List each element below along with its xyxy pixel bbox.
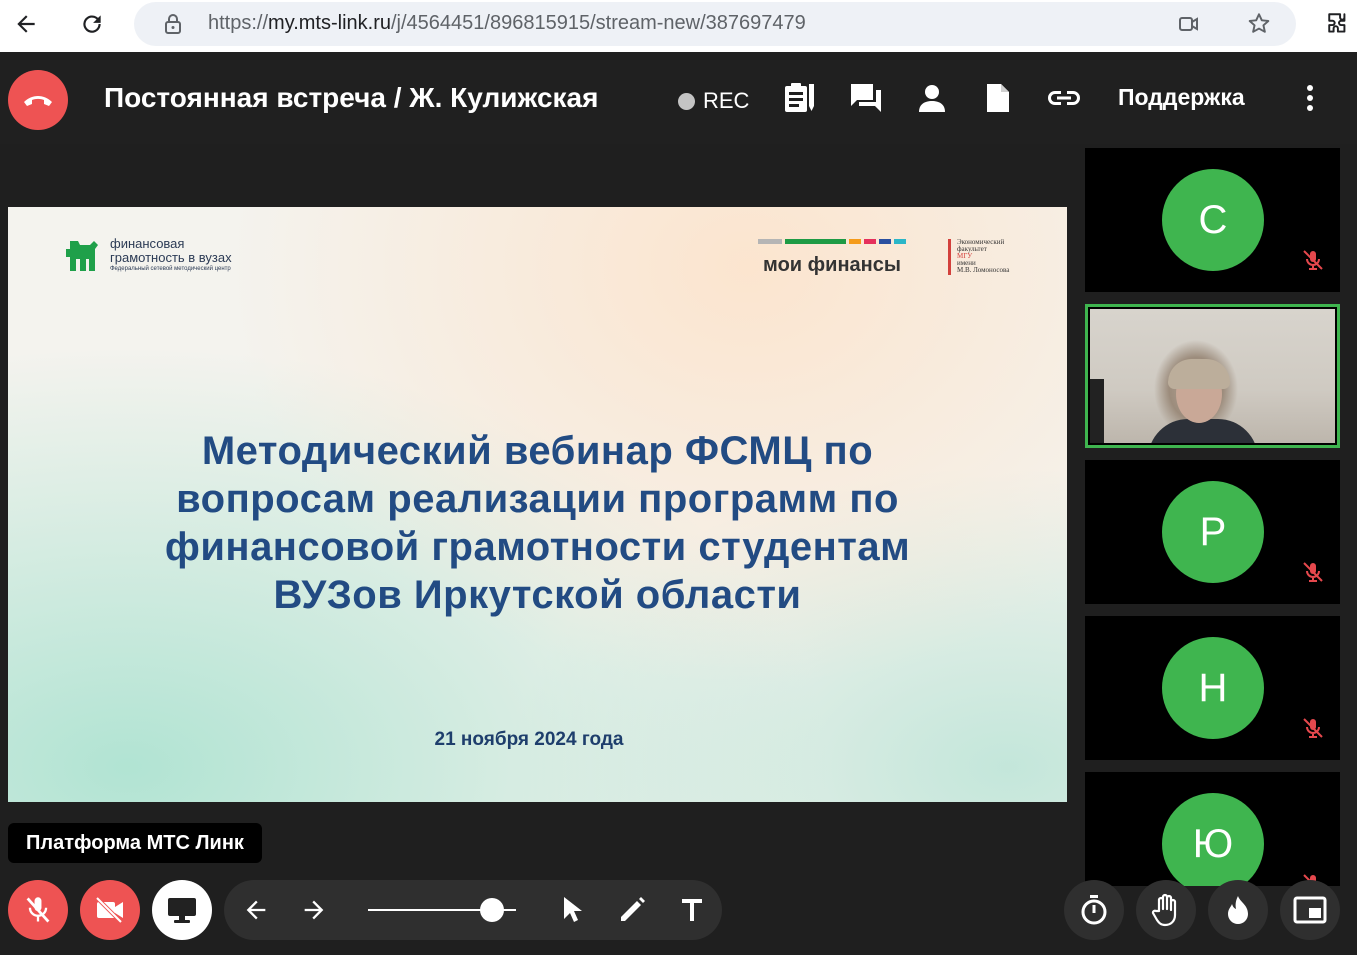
slide-title: Методический вебинар ФСМЦ по вопросам ре… [8,427,1067,619]
participant-avatar: Ю [1162,793,1264,886]
logo-moi-finansy-text: мои финансы [763,254,901,276]
reactions-button[interactable] [1208,880,1268,940]
arrow-right-icon [304,900,324,920]
mic-muted-icon [1301,716,1325,740]
participants-icon[interactable] [914,80,950,116]
screen-share-button[interactable] [152,880,212,940]
bookmark-star-icon[interactable] [1244,9,1274,39]
meeting-title: Постоянная встреча / Ж. Кулижская [104,82,599,113]
participant-avatar: Н [1162,637,1264,739]
logo-msu-economics: Экономический факультет МГУ имени М.В. Л… [948,239,1009,275]
camera-permission-icon[interactable] [1176,11,1202,37]
mic-muted-icon [1301,248,1325,272]
more-menu-icon[interactable] [1296,80,1324,116]
leave-call-button[interactable] [8,70,68,130]
participant-avatar: Р [1162,481,1264,583]
url-path: /j/4564451/896815915/stream-new/38769747… [391,12,806,34]
participant-video [1090,309,1335,443]
logo-color-stripe [758,239,907,244]
layout-button[interactable] [1280,880,1340,940]
url-text[interactable]: https://my.mts-link.ru/j/4564451/8968159… [208,12,806,35]
financial-literacy-logo-icon [66,241,98,271]
mic-toggle-button[interactable] [8,880,68,940]
logo-fg-line2: грамотность в вузах [110,250,232,265]
rec-label: REC [703,88,750,113]
url-host: my.mts-link.ru [268,12,391,34]
lock-icon[interactable] [160,11,186,37]
hangup-icon [24,96,52,106]
file-icon[interactable] [980,80,1016,116]
arrow-left-icon [246,900,266,920]
slide-title-line4: ВУЗов Иркутской области [273,573,802,617]
logo-financial-literacy: финансовая грамотность в вузах Федеральн… [64,237,232,273]
raise-hand-button[interactable] [1136,880,1196,940]
back-icon[interactable] [10,8,42,40]
next-slide-button[interactable] [296,892,332,928]
participant-tile[interactable]: Ю [1085,772,1340,886]
participant-tile[interactable]: С [1085,148,1340,292]
slide-date: 21 ноября 2024 года [434,729,624,750]
text-icon [682,899,702,921]
participant-avatar: С [1162,169,1264,271]
camera-off-icon [95,896,123,924]
extensions-icon[interactable] [1324,9,1354,39]
previous-slide-button[interactable] [238,892,274,928]
timer-button[interactable] [1064,880,1124,940]
agenda-notes-icon[interactable] [782,80,818,116]
camera-toggle-button[interactable] [80,880,140,940]
pointer-tool-button[interactable] [554,892,590,928]
presentation-slide: финансовая грамотность в вузах Федеральн… [8,207,1067,802]
picture-in-picture-icon [1293,896,1327,924]
reload-icon[interactable] [76,8,108,40]
slide-title-line1: Методический вебинар ФСМЦ по [201,429,874,473]
participant-video-tile-active[interactable] [1085,304,1340,448]
participant-tile[interactable]: Н [1085,616,1340,760]
zoom-slider[interactable] [368,898,516,922]
slider-thumb[interactable] [479,898,504,922]
rec-dot [678,92,695,110]
participant-tile[interactable]: Р [1085,460,1340,604]
url-prefix: https:// [208,12,269,34]
mic-off-icon [26,897,50,923]
logo-moi-finansy: мои финансы [758,239,907,277]
slide-title-line3: финансовой грамотности студентам [164,525,911,569]
monitor-icon [168,898,196,923]
pencil-icon [621,897,645,921]
logo-msu-line5: М.В. Ломоносова [957,266,1010,274]
chat-icon[interactable] [848,80,884,116]
platform-label: Платформа МТС Линк [8,823,262,863]
cursor-icon [564,897,582,922]
logo-msu-bar [948,239,951,275]
link-icon[interactable] [1046,80,1082,116]
logo-fg-line1: финансовая [110,236,185,251]
stopwatch-icon [1081,895,1107,925]
hand-icon [1151,893,1177,927]
text-tool-button[interactable] [674,892,710,928]
draw-tool-button[interactable] [614,892,650,928]
slide-title-line2: вопросам реализации программ по [176,477,899,521]
mic-muted-icon [1301,560,1325,584]
support-link[interactable]: Поддержка [1118,84,1245,111]
fire-icon [1228,896,1248,924]
logo-fg-line3: Федеральный сетевой методический центр [110,266,231,272]
recording-indicator: REC [678,88,749,114]
